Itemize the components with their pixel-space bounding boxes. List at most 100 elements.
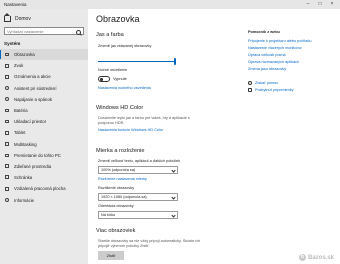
- notifications-icon: [5, 74, 9, 79]
- projecting-icon: [5, 153, 9, 157]
- feedback-link[interactable]: Poskytnúť pripomienky: [255, 88, 294, 92]
- sidebar-item-tablet[interactable]: Tablet: [0, 127, 88, 138]
- sidebar-item-shared-experiences[interactable]: Zdieľané prostredia: [0, 161, 88, 172]
- sidebar-item-label: Ukladací priestor: [14, 119, 47, 125]
- sidebar-item-about[interactable]: Informácie: [0, 194, 88, 205]
- window-controls: – □ ×: [302, 0, 338, 9]
- help-link-brightness[interactable]: Zmena jasu obrazovky: [248, 67, 286, 71]
- orientation-select-value: Na šírku: [101, 213, 116, 217]
- multiple-displays-description-line-2: pripojiť výberom položky Zistiť.: [98, 244, 150, 248]
- sidebar-item-label: Batéria: [14, 108, 28, 114]
- sidebar-home[interactable]: Domov: [4, 13, 31, 22]
- orientation-label: Orientácia obrazovky: [98, 204, 134, 208]
- tablet-icon: [5, 130, 9, 135]
- storage-icon: [5, 120, 9, 124]
- sidebar-item-label: Premietanie do tohto PC: [14, 152, 61, 158]
- brightness-heading: Jas a farba: [96, 32, 124, 38]
- resolution-select[interactable]: 1920 × 1080 (odporúča sa): [98, 193, 178, 201]
- sidebar-item-label: Zdieľané prostredia: [14, 163, 52, 169]
- size-select[interactable]: 100% (odporúča sa): [98, 166, 178, 174]
- focus-assist-icon: [5, 85, 9, 90]
- search-icon[interactable]: [76, 29, 81, 35]
- multitasking-icon: [5, 141, 9, 146]
- power-icon: [5, 97, 9, 102]
- resolution-select-value: 1920 × 1080 (odporúča sa): [101, 195, 147, 199]
- sidebar-item-battery[interactable]: Batéria: [0, 105, 88, 116]
- multiple-displays-heading: Viac obrazoviek: [96, 228, 136, 234]
- resolution-label: Rozlíšenie obrazovky: [98, 186, 135, 190]
- hd-color-heading: Windows HD Color: [96, 105, 144, 111]
- help-link-font-size[interactable]: Úprava veľkosti písma: [248, 53, 286, 57]
- close-icon[interactable]: ×: [326, 0, 338, 9]
- sidebar-item-label: Informácie: [14, 197, 35, 203]
- night-light-settings-link[interactable]: Nastavenia nočného osvetlenia: [98, 86, 151, 90]
- main-content: Obrazovka Jas a farba Zmeniť jas vstavan…: [88, 9, 340, 264]
- sidebar-item-label: Multitasking: [14, 141, 37, 147]
- sidebar-nav: Obrazovka Zvuk Oznámenia a akcie Asisten…: [0, 49, 88, 206]
- brightness-slider-thumb[interactable]: [174, 58, 176, 65]
- brightness-slider-track[interactable]: [98, 61, 176, 63]
- sidebar-item-projecting[interactable]: Premietanie do tohto PC: [0, 150, 88, 161]
- scale-layout-heading: Mierka a rozloženie: [96, 148, 145, 154]
- sidebar-item-storage[interactable]: Ukladací priestor: [0, 116, 88, 127]
- sidebar-home-label: Domov: [15, 16, 31, 22]
- sidebar-item-multitasking[interactable]: Multitasking: [0, 139, 88, 150]
- multiple-displays-description-line-1: Staršie obrazovky sa nie vždy pripojí au…: [98, 239, 201, 243]
- display-icon: [5, 53, 9, 56]
- sidebar-item-label: Napájanie a spánok: [14, 96, 52, 102]
- page-title: Obrazovka: [96, 14, 140, 24]
- watermark-text: Bazos.sk: [307, 254, 334, 261]
- web-help-heading: Pomocník z webu: [248, 30, 280, 34]
- night-light-toggle[interactable]: [98, 76, 110, 82]
- sidebar-item-label: Tablet: [14, 130, 26, 136]
- maximize-icon[interactable]: □: [314, 0, 326, 9]
- sidebar-item-display[interactable]: Obrazovka: [0, 49, 88, 61]
- advanced-scaling-link[interactable]: Rozšírené nastavenia mierky: [98, 177, 147, 181]
- sidebar-item-notifications[interactable]: Oznámenia a akcie: [0, 71, 88, 82]
- night-light-state: Vypnuté: [113, 76, 127, 81]
- settings-search[interactable]: [4, 27, 84, 35]
- hd-color-description-line-2: podporou HDR.: [98, 121, 125, 125]
- brightness-slider-label: Zmeniť jas vstavanej obrazovky: [98, 44, 152, 48]
- home-icon: [4, 13, 11, 22]
- sidebar-item-label: Zvuk: [14, 63, 24, 69]
- shared-experiences-icon: [5, 164, 9, 169]
- sidebar-item-label: Asistent pri sústredení: [14, 85, 57, 91]
- hd-color-settings-link[interactable]: Nastavenia funkcie Windows HD Color: [98, 128, 163, 132]
- help-link-multiple-monitors[interactable]: Nastavenie viacerých monitorov: [248, 46, 302, 50]
- sidebar-item-sound[interactable]: Zvuk: [0, 60, 88, 71]
- battery-icon: [5, 108, 9, 112]
- sidebar-item-label: Schránka: [14, 175, 33, 181]
- sidebar: Domov Systém Obrazovka Zvuk Oznámenia a …: [0, 9, 88, 264]
- get-help-link[interactable]: Získať pomoc: [255, 81, 278, 85]
- title-bar: Nastavenia – □ ×: [0, 0, 340, 9]
- remote-desktop-icon: [5, 186, 9, 191]
- sidebar-item-focus-assist[interactable]: Asistent pri sústredení: [0, 83, 88, 94]
- detect-button[interactable]: Zistiť: [98, 251, 124, 260]
- help-link-projector[interactable]: Pripojenie k projektoru alebo počítaču: [248, 39, 312, 43]
- hd-color-description-line-1: Dosiahnite lepší jas a farbu pre videá, …: [98, 116, 190, 120]
- watermark: b Bazos.sk: [298, 254, 334, 261]
- chevron-down-icon: [170, 167, 176, 173]
- sidebar-item-label: Oznámenia a akcie: [14, 74, 51, 80]
- sound-icon: [5, 63, 9, 68]
- sidebar-item-remote-desktop[interactable]: Vzdialená pracovná plocha: [0, 183, 88, 194]
- chevron-down-icon: [170, 194, 176, 200]
- sidebar-item-clipboard[interactable]: Schránka: [0, 172, 88, 183]
- size-label: Zmeniť veľkosť textu, aplikácií a ďalšíc…: [98, 159, 181, 163]
- night-light-label: Nočné osvetlenie: [98, 68, 128, 72]
- sidebar-item-label: Obrazovka: [14, 52, 35, 58]
- get-help-icon: [248, 81, 252, 85]
- sidebar-item-power[interactable]: Napájanie a spánok: [0, 94, 88, 105]
- help-link-blurry-apps[interactable]: Oprava rozmazaných aplikácií: [248, 60, 299, 64]
- size-select-value: 100% (odporúča sa): [101, 168, 136, 172]
- about-icon: [5, 197, 9, 202]
- orientation-select[interactable]: Na šírku: [98, 211, 178, 219]
- minimize-icon[interactable]: –: [302, 0, 314, 9]
- feedback-icon: [248, 88, 252, 92]
- clipboard-icon: [5, 175, 9, 180]
- search-input[interactable]: [7, 28, 73, 35]
- sidebar-item-label: Vzdialená pracovná plocha: [14, 186, 66, 192]
- window-title: Nastavenia: [4, 2, 27, 7]
- chevron-down-icon: [170, 212, 176, 218]
